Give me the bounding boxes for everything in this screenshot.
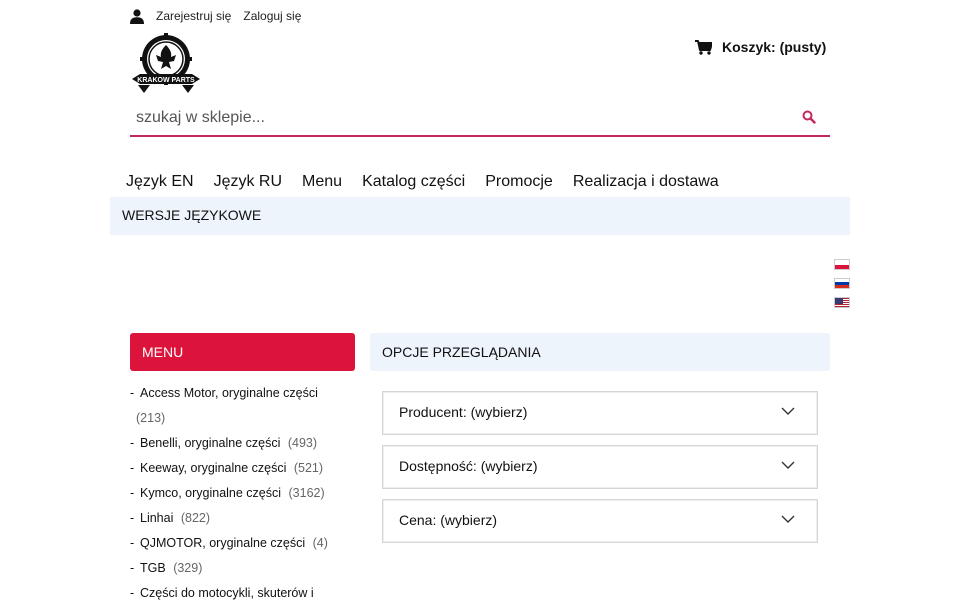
logo-text: KRAKOW PARTS bbox=[137, 77, 195, 84]
search-icon[interactable] bbox=[802, 110, 816, 124]
producer-filter-select[interactable]: Producent: (wybierz) bbox=[382, 391, 818, 435]
category-link[interactable]: TGB bbox=[140, 561, 166, 575]
filter-label: Cena: (wybierz) bbox=[399, 512, 498, 528]
category-link[interactable]: QJMOTOR, oryginalne części bbox=[140, 536, 305, 550]
nav-item-russian[interactable]: Język RU bbox=[204, 172, 292, 192]
nav-item-promotions[interactable]: Promocje bbox=[475, 172, 563, 192]
category-link[interactable]: Części do motocykli, skuterów i bbox=[140, 586, 314, 600]
language-versions-heading: WERSJE JĘZYKOWE bbox=[110, 197, 850, 235]
category-link[interactable]: Kymco, oryginalne części bbox=[140, 486, 281, 500]
list-item: - TGB (329) bbox=[130, 561, 203, 575]
user-icon bbox=[130, 8, 144, 24]
account-bar: Zarejestruj się Zaloguj się bbox=[130, 6, 313, 26]
category-link[interactable]: Access Motor, oryginalne części bbox=[140, 386, 318, 400]
nav-item-parts-catalog[interactable]: Katalog części bbox=[352, 172, 475, 192]
cart-label: Koszyk: bbox=[722, 39, 776, 55]
category-link[interactable]: Linhai bbox=[140, 511, 173, 525]
list-item: - QJMOTOR, oryginalne części (4) bbox=[130, 536, 328, 550]
list-item: - Części do motocykli, skuterów i bbox=[130, 586, 314, 600]
sidebar-menu-title: MENU bbox=[130, 333, 355, 371]
krakow-parts-logo[interactable]: KRAKOW PARTS bbox=[130, 33, 202, 95]
polish-flag-icon[interactable] bbox=[834, 259, 850, 270]
russian-flag-icon[interactable] bbox=[834, 278, 850, 289]
list-item: - Benelli, oryginalne części (493) bbox=[130, 436, 318, 450]
category-count: (213) bbox=[136, 411, 166, 425]
availability-filter-select[interactable]: Dostępność: (wybierz) bbox=[382, 445, 818, 489]
list-item: - Access Motor, oryginalne części (213) bbox=[130, 381, 355, 431]
chevron-down-icon bbox=[781, 515, 795, 523]
category-count: (822) bbox=[180, 511, 211, 525]
chevron-down-icon bbox=[781, 461, 795, 469]
nav-item-menu[interactable]: Menu bbox=[292, 172, 352, 192]
list-item: - Kymco, oryginalne części (3162) bbox=[130, 486, 325, 500]
search-bar bbox=[130, 100, 830, 137]
category-count: (329) bbox=[173, 561, 203, 575]
list-item: - Keeway, oryginalne części (521) bbox=[130, 461, 324, 475]
chevron-down-icon bbox=[781, 407, 795, 415]
us-flag-icon[interactable] bbox=[834, 297, 850, 308]
category-list: - Access Motor, oryginalne części (213) … bbox=[130, 381, 355, 600]
category-link[interactable]: Keeway, oryginalne części bbox=[140, 461, 286, 475]
category-count: (493) bbox=[287, 436, 318, 450]
language-flags bbox=[834, 259, 850, 316]
cart-button[interactable]: Koszyk: (pusty) bbox=[695, 39, 826, 55]
nav-item-shipping[interactable]: Realizacja i dostawa bbox=[563, 172, 729, 192]
browsing-options-title: OPCJE PRZEGLĄDANIA bbox=[370, 333, 830, 371]
category-count: (521) bbox=[293, 461, 324, 475]
price-filter-select[interactable]: Cena: (wybierz) bbox=[382, 499, 818, 543]
main-nav: Język EN Język RU Menu Katalog części Pr… bbox=[116, 172, 729, 192]
filter-label: Producent: (wybierz) bbox=[399, 404, 528, 420]
filter-label: Dostępność: (wybierz) bbox=[399, 458, 538, 474]
category-count: (4) bbox=[312, 536, 328, 550]
category-link[interactable]: Benelli, oryginalne części bbox=[140, 436, 280, 450]
register-link[interactable]: Zarejestruj się bbox=[156, 9, 231, 23]
cart-status: (pusty) bbox=[779, 39, 827, 55]
shopping-cart-icon bbox=[695, 39, 712, 55]
category-count: (3162) bbox=[288, 486, 325, 500]
search-input[interactable] bbox=[130, 100, 790, 135]
nav-item-english[interactable]: Język EN bbox=[116, 172, 204, 192]
list-item: - Linhai (822) bbox=[130, 511, 211, 525]
login-link[interactable]: Zaloguj się bbox=[243, 9, 301, 23]
